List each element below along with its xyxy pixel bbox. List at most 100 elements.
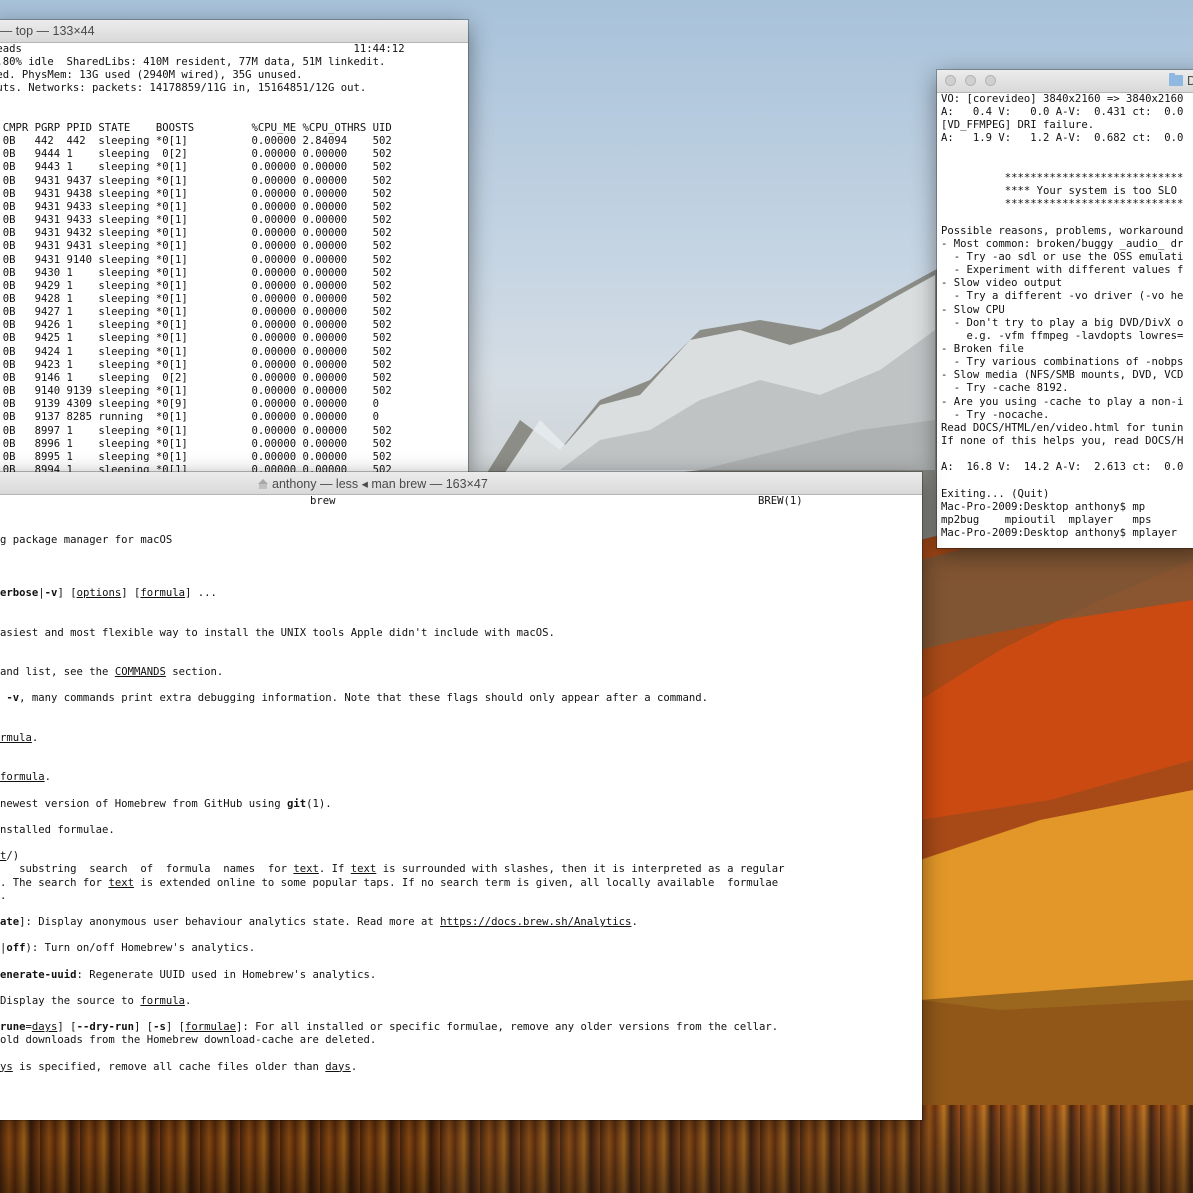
zoom-button[interactable]	[985, 75, 996, 86]
man-header-section: BREW(1)	[758, 495, 803, 507]
mplayer-line: - Slow CPU	[941, 303, 1005, 316]
process-row: 0B 9431 9438 sleeping *0[1] 0.00000 0.00…	[0, 187, 392, 200]
mplayer-line	[941, 146, 1193, 159]
process-row: 0B 9443 1 sleeping *0[1] 0.00000 0.00000…	[0, 161, 392, 174]
man-line: g package manager for macOS	[0, 534, 173, 547]
man-line	[0, 600, 922, 613]
man-page-output: brew BREW(1) g package manager for macOS…	[0, 495, 922, 1120]
mplayer-line	[941, 159, 1193, 172]
man-line	[0, 640, 922, 653]
man-line: rmula.	[0, 731, 39, 744]
man-line	[0, 719, 922, 732]
man-line	[0, 784, 922, 797]
man-line	[0, 613, 922, 626]
process-row: 0B 8994 1 sleeping *0[1] 0.00000 0.00000…	[0, 464, 392, 472]
top-output: reads 11:44:12 8.80% idle SharedLibs: 410…	[0, 43, 468, 472]
process-row: 0B 9425 1 sleeping *0[1] 0.00000 0.00000…	[0, 332, 392, 345]
titlebar[interactable]: y — top — 133×44	[0, 20, 468, 43]
mplayer-line: A: 0.4 V: 0.0 A-V: 0.431 ct: 0.0	[941, 106, 1184, 119]
man-line	[0, 837, 922, 850]
mplayer-line: - Don't try to play a big DVD/DivX o	[941, 316, 1184, 329]
mplayer-line: Exiting... (Quit)	[941, 487, 1050, 500]
man-line: -v, many commands print extra debugging …	[6, 692, 708, 705]
man-line	[0, 811, 922, 824]
process-row: 0B 9423 1 sleeping *0[1] 0.00000 0.00000…	[0, 358, 392, 371]
top-header-line	[0, 109, 468, 122]
man-line: rune=days] [--dry-run] [-s] [formulae]: …	[0, 1021, 779, 1034]
mplayer-line: Mac-Pro-2009:Desktop anthony$ mp	[941, 500, 1146, 513]
terminal-text: reads 11:44:12 8.80% idle SharedLibs: 410…	[0, 43, 468, 472]
mplayer-line: - Broken file	[941, 342, 1024, 355]
man-line	[0, 758, 922, 771]
process-row: 0B 9431 9433 sleeping *0[1] 0.00000 0.00…	[0, 214, 392, 227]
man-line	[0, 982, 922, 995]
mplayer-line: - Try -nocache.	[941, 408, 1050, 421]
process-row: 0B 9431 9140 sleeping *0[1] 0.00000 0.00…	[0, 253, 392, 266]
mplayer-line: ****************************	[941, 198, 1184, 211]
mplayer-line: e.g. -vfm ffmpeg -lavdopts lowres=	[941, 329, 1184, 342]
man-brew-terminal-window[interactable]: anthony — less ◂ man brew — 163×47 brew …	[0, 472, 922, 1120]
man-line	[0, 1048, 922, 1061]
mplayer-output: VO: [corevideo] 3840x2160 => 3840x2160 A:…	[941, 93, 1193, 548]
process-row: 0B 8997 1 sleeping *0[1] 0.00000 0.00000…	[0, 424, 392, 437]
mplayer-line: - Slow video output	[941, 277, 1063, 290]
mplayer-line: mp2bug mpioutil mplayer mps	[941, 514, 1152, 526]
man-line: |off): Turn on/off Homebrew's analytics.	[0, 942, 256, 955]
titlebar[interactable]: anthony — less ◂ man brew — 163×47	[0, 472, 922, 495]
mplayer-line: Possible reasons, problems, workaround	[941, 224, 1184, 237]
man-line	[0, 561, 922, 574]
process-row: 0B 9426 1 sleeping *0[1] 0.00000 0.00000…	[0, 319, 392, 332]
man-line: newest version of Homebrew from GitHub u…	[0, 797, 332, 810]
mplayer-line: If none of this helps you, read DOCS/H	[941, 435, 1184, 448]
mplayer-line: Mac-Pro-2009:Desktop anthony$ mplayer	[941, 527, 1177, 540]
process-row: 0B 9146 1 sleeping 0[2] 0.00000 0.00000 …	[0, 371, 392, 384]
process-row: 0B 9427 1 sleeping *0[1] 0.00000 0.00000…	[0, 306, 392, 319]
process-row: 0B 9430 1 sleeping *0[1] 0.00000 0.00000…	[0, 266, 392, 279]
mplayer-line: [VD_FFMPEG] DRI failure.	[941, 119, 1095, 132]
process-row: 0B 9444 1 sleeping 0[2] 0.00000 0.00000 …	[0, 148, 392, 161]
home-folder-icon	[258, 479, 268, 489]
minimize-button[interactable]	[965, 75, 976, 86]
mplayer-line: Read DOCS/HTML/en/video.html for tunin	[941, 421, 1184, 434]
mplayer-line: - Experiment with different values f	[941, 264, 1184, 277]
mplayer-line: - Try -cache 8192.	[941, 382, 1069, 395]
window-title: D	[1187, 74, 1193, 88]
process-row: 0B 442 442 sleeping *0[1] 0.00000 2.8409…	[0, 135, 392, 148]
man-line: and list, see the COMMANDS section.	[0, 666, 224, 679]
man-line	[0, 508, 922, 521]
top-header-line: outs. Networks: packets: 14178859/11G in…	[0, 82, 367, 95]
man-line	[0, 653, 922, 666]
man-line: asiest and most flexible way to install …	[0, 626, 555, 639]
man-line: nstalled formulae.	[0, 823, 115, 836]
man-line	[0, 903, 922, 916]
mplayer-line: ****************************	[941, 171, 1184, 184]
man-header: brew BREW(1)	[0, 495, 922, 508]
man-line: . The search for text is extended online…	[0, 876, 779, 889]
folder-icon	[1169, 73, 1183, 86]
mplayer-line: - Most common: broken/buggy _audio_ dr	[941, 237, 1184, 250]
top-terminal-window[interactable]: y — top — 133×44 reads 11:44:12 8.80% idl…	[0, 20, 468, 472]
titlebar[interactable]: D	[937, 70, 1193, 93]
terminal-text: VO: [corevideo] 3840x2160 => 3840x2160 A:…	[941, 93, 1193, 540]
top-header-line: 8.80% idle SharedLibs: 410M resident, 77…	[0, 56, 386, 69]
man-line: t/)	[0, 850, 20, 863]
mplayer-terminal-window[interactable]: D VO: [corevideo] 3840x2160 => 3840x2160…	[937, 70, 1193, 548]
man-line: ys is specified, remove all cache files …	[0, 1060, 358, 1073]
man-line	[0, 955, 922, 968]
man-line: erbose|-v] [options] [formula] ...	[0, 587, 217, 600]
man-line: enerate-uuid: Regenerate UUID used in Ho…	[0, 968, 377, 981]
process-row: 0B 8995 1 sleeping *0[1] 0.00000 0.00000…	[0, 450, 392, 463]
mplayer-line: - Try various combinations of -nobps	[941, 356, 1184, 369]
man-line: formula.	[0, 771, 52, 784]
mplayer-line: - Try a different -vo driver (-vo he	[941, 290, 1184, 303]
man-line	[0, 521, 922, 534]
process-row: 0B 9429 1 sleeping *0[1] 0.00000 0.00000…	[0, 279, 392, 292]
mplayer-line: A: 1.9 V: 1.2 A-V: 0.682 ct: 0.0	[941, 132, 1184, 145]
man-line	[0, 929, 922, 942]
man-line	[0, 1008, 922, 1021]
man-line	[0, 705, 922, 718]
close-button[interactable]	[945, 75, 956, 86]
process-row: 0B 9431 9432 sleeping *0[1] 0.00000 0.00…	[0, 227, 392, 240]
top-header-line: CMPR PGRP PPID STATE BOOSTS %CPU_ME %CPU…	[0, 121, 392, 134]
mplayer-line	[941, 211, 1193, 224]
